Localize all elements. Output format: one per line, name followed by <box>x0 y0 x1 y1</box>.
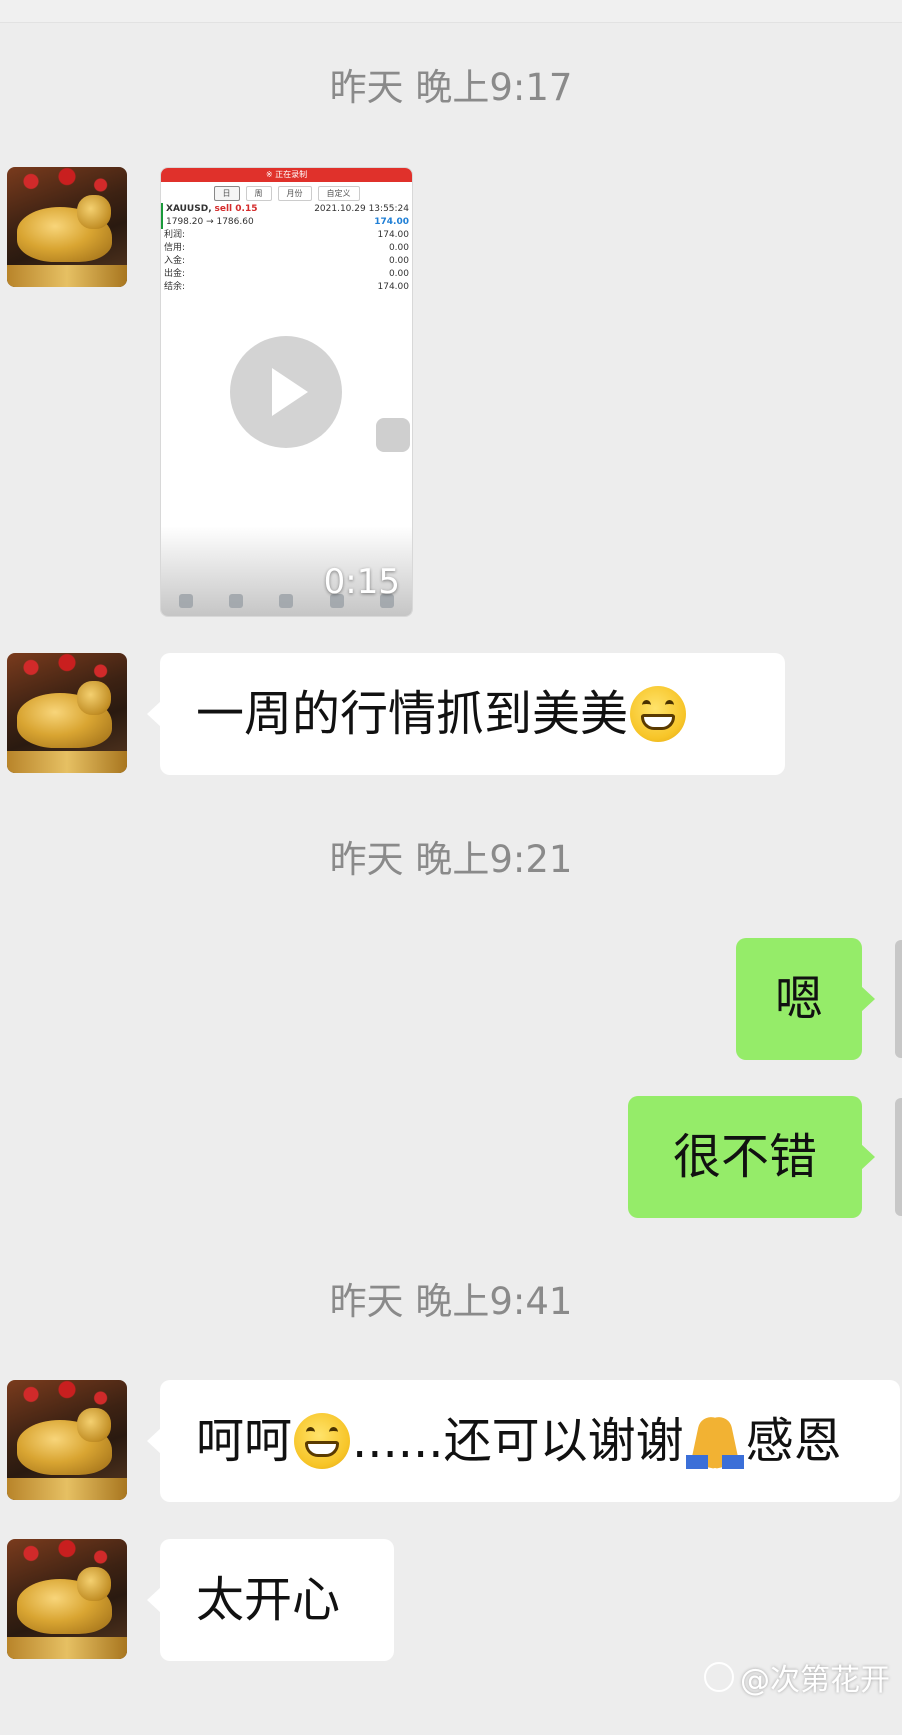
top-divider <box>0 0 902 23</box>
video-tab-month: 月份 <box>277 186 312 201</box>
video-message[interactable]: ※ 正在录制 日 周 月份 自定义 XAUUSD, sell 0.15 2021… <box>160 167 413 617</box>
message-text: 太开心 <box>196 1572 341 1628</box>
grin-emoji-icon <box>630 686 687 742</box>
video-row-label: 出金: <box>164 269 186 279</box>
video-overlay-icon <box>376 418 410 452</box>
message-text: 很不错 <box>672 1129 817 1185</box>
message-text: 嗯 <box>774 971 823 1027</box>
message-bubble[interactable]: 一周的行情抓到美美 <box>147 653 785 775</box>
watermark-logo-icon <box>704 1662 734 1692</box>
my-avatar-edge[interactable] <box>895 1098 902 1216</box>
video-order: sell 0.15 <box>214 204 258 214</box>
watermark: @次第花开 <box>704 1655 890 1699</box>
timestamp: 昨天 晚上9:21 <box>329 838 573 881</box>
video-row-value: 174.00 <box>377 282 410 292</box>
avatar[interactable] <box>7 1539 127 1659</box>
message-text: ......还可以谢谢 <box>352 1413 684 1469</box>
video-recording-banner: ※ 正在录制 <box>161 168 412 182</box>
video-row-value: 0.00 <box>388 269 409 279</box>
video-datetime: 2021.10.29 13:55:24 <box>314 204 409 214</box>
video-symbol: XAUUSD, <box>166 204 212 214</box>
message-bubble[interactable]: 很不错 <box>628 1096 875 1218</box>
message-text: 呵呵 <box>196 1413 293 1469</box>
video-row-value: 174.00 <box>377 230 410 240</box>
video-tab-day: 日 <box>213 186 240 201</box>
video-profit: 174.00 <box>374 217 409 227</box>
video-row-label: 入金: <box>164 256 186 266</box>
message-text: 感恩 <box>745 1413 842 1469</box>
video-row-label: 信用: <box>164 243 186 253</box>
avatar[interactable] <box>7 1380 127 1500</box>
timestamp: 昨天 晚上9:41 <box>329 1280 573 1323</box>
pray-emoji-icon <box>685 1413 744 1469</box>
video-row-value: 0.00 <box>388 256 409 266</box>
video-row-label: 利润: <box>164 230 186 240</box>
video-duration: 0:15 <box>323 562 400 602</box>
video-row-label: 结余: <box>164 282 186 292</box>
message-text: 一周的行情抓到美美 <box>196 686 629 742</box>
video-tab-custom: 自定义 <box>317 186 360 201</box>
timestamp: 昨天 晚上9:17 <box>329 66 573 109</box>
video-row-value: 0.00 <box>388 243 409 253</box>
grin-emoji-icon <box>294 1413 351 1469</box>
watermark-text: @次第花开 <box>740 1663 890 1698</box>
video-prices: 1798.20 → 1786.60 <box>166 217 254 227</box>
my-avatar-edge[interactable] <box>895 940 902 1058</box>
play-icon[interactable] <box>230 336 342 448</box>
video-tab-week: 周 <box>245 186 272 201</box>
message-bubble[interactable]: 嗯 <box>736 938 875 1060</box>
message-bubble[interactable]: 太开心 <box>147 1539 394 1661</box>
avatar[interactable] <box>7 167 127 287</box>
avatar[interactable] <box>7 653 127 773</box>
message-bubble[interactable]: 呵呵 ......还可以谢谢 感恩 <box>147 1380 900 1502</box>
